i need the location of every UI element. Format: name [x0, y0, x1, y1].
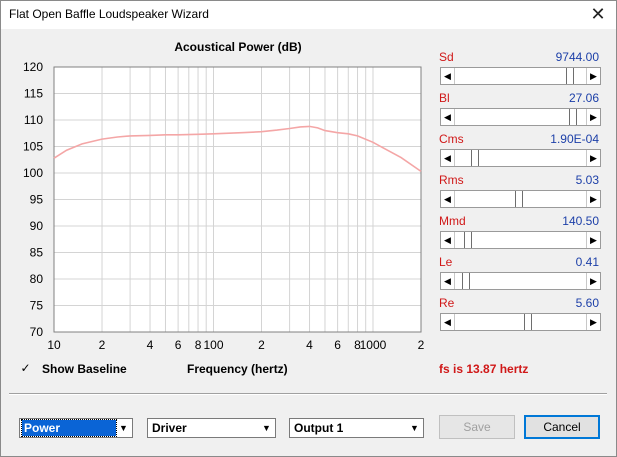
cancel-button[interactable]: Cancel — [524, 415, 600, 439]
slider-thumb[interactable] — [524, 314, 532, 330]
x-tick-label: 2 — [258, 338, 265, 352]
x-tick-label: 6 — [334, 338, 341, 352]
y-tick-label: 75 — [30, 299, 44, 313]
chart-x-axis-label: Frequency (hertz) — [187, 362, 288, 376]
param-label-re: Re — [439, 296, 455, 310]
y-tick-label: 85 — [30, 246, 44, 260]
view-select-value: Power — [21, 419, 117, 437]
param-slider-re[interactable]: ◀ ▶ — [440, 313, 601, 331]
x-tick-label: 6 — [175, 338, 182, 352]
y-tick-label: 115 — [24, 87, 43, 101]
param-label-mmd: Mmd — [439, 214, 466, 228]
slider-thumb[interactable] — [515, 191, 523, 207]
chevron-down-icon[interactable]: ▼ — [260, 420, 273, 436]
output-select[interactable]: Output 1 ▼ — [289, 418, 424, 438]
param-label-cms: Cms — [439, 132, 464, 146]
scroll-right-icon[interactable]: ▶ — [586, 150, 600, 166]
power-chart: 70758085909510010511011512010 2 4 6 8 100 2 4 6 8… — [23, 60, 425, 352]
param-slider-bl[interactable]: ◀ ▶ — [440, 108, 601, 126]
param-value-re: 5.60 — [575, 296, 599, 310]
scroll-right-icon[interactable]: ▶ — [586, 314, 600, 330]
x-tick-label: 4 — [147, 338, 154, 352]
param-value-cms: 1.90E-04 — [550, 132, 599, 146]
slider-thumb[interactable] — [464, 232, 472, 248]
x-tick-label: 100 — [203, 338, 223, 352]
param-label-bl: Bl — [439, 91, 450, 105]
param-label-le: Le — [439, 255, 453, 269]
resonance-status: fs is 13.87 hertz — [439, 362, 529, 376]
close-icon[interactable]: ✕ — [586, 3, 610, 27]
output-select-value: Output 1 — [294, 421, 344, 435]
y-tick-label: 100 — [23, 166, 43, 180]
show-baseline-label: Show Baseline — [42, 362, 127, 376]
scroll-right-icon[interactable]: ▶ — [586, 68, 600, 84]
scroll-right-icon[interactable]: ▶ — [586, 232, 600, 248]
scroll-right-icon[interactable]: ▶ — [586, 109, 600, 125]
param-slider-sd[interactable]: ◀ ▶ — [440, 67, 601, 85]
slider-thumb[interactable] — [566, 68, 574, 84]
scroll-left-icon[interactable]: ◀ — [441, 314, 455, 330]
divider — [9, 393, 607, 395]
scroll-left-icon[interactable]: ◀ — [441, 109, 455, 125]
x-tick-label: 4 — [306, 338, 313, 352]
show-baseline-check-icon[interactable]: ✓ — [19, 362, 32, 375]
scroll-right-icon[interactable]: ▶ — [586, 191, 600, 207]
source-select[interactable]: Driver ▼ — [147, 418, 276, 438]
y-tick-label: 95 — [30, 193, 44, 207]
x-tick-label: 1000 — [360, 338, 387, 352]
y-tick-label: 110 — [24, 113, 43, 127]
y-tick-label: 80 — [30, 272, 44, 286]
chevron-down-icon[interactable]: ▼ — [117, 420, 130, 436]
param-value-bl: 27.06 — [568, 91, 599, 105]
param-slider-le[interactable]: ◀ ▶ — [440, 272, 601, 290]
y-tick-label: 70 — [30, 325, 44, 339]
param-label-sd: Sd — [439, 50, 454, 64]
scroll-left-icon[interactable]: ◀ — [441, 68, 455, 84]
source-select-value: Driver — [152, 421, 187, 435]
param-value-mmd: 140.50 — [562, 214, 599, 228]
scroll-left-icon[interactable]: ◀ — [441, 232, 455, 248]
x-tick-label: 10 — [47, 338, 61, 352]
scroll-right-icon[interactable]: ▶ — [586, 273, 600, 289]
param-slider-mmd[interactable]: ◀ ▶ — [440, 231, 601, 249]
param-value-sd: 9744.00 — [555, 50, 599, 64]
save-button[interactable]: Save — [439, 415, 515, 439]
param-slider-rms[interactable]: ◀ ▶ — [440, 190, 601, 208]
scroll-left-icon[interactable]: ◀ — [441, 273, 455, 289]
wizard-window: Flat Open Baffle Loudspeaker Wizard ✕ Ac… — [0, 0, 617, 457]
view-select[interactable]: Power ▼ — [19, 418, 133, 438]
y-tick-label: 120 — [23, 60, 43, 74]
x-tick-label: 8 — [195, 338, 202, 352]
chevron-down-icon[interactable]: ▼ — [408, 420, 421, 436]
x-tick-label: 2 — [418, 338, 425, 352]
scroll-left-icon[interactable]: ◀ — [441, 150, 455, 166]
param-label-rms: Rms — [439, 173, 464, 187]
param-slider-cms[interactable]: ◀ ▶ — [440, 149, 601, 167]
param-value-rms: 5.03 — [575, 173, 599, 187]
slider-thumb[interactable] — [471, 150, 479, 166]
scroll-left-icon[interactable]: ◀ — [441, 191, 455, 207]
slider-thumb[interactable] — [569, 109, 577, 125]
param-value-le: 0.41 — [575, 255, 599, 269]
y-tick-label: 90 — [30, 219, 44, 233]
y-tick-label: 105 — [23, 140, 43, 154]
slider-thumb[interactable] — [462, 273, 470, 289]
x-tick-label: 2 — [99, 338, 106, 352]
